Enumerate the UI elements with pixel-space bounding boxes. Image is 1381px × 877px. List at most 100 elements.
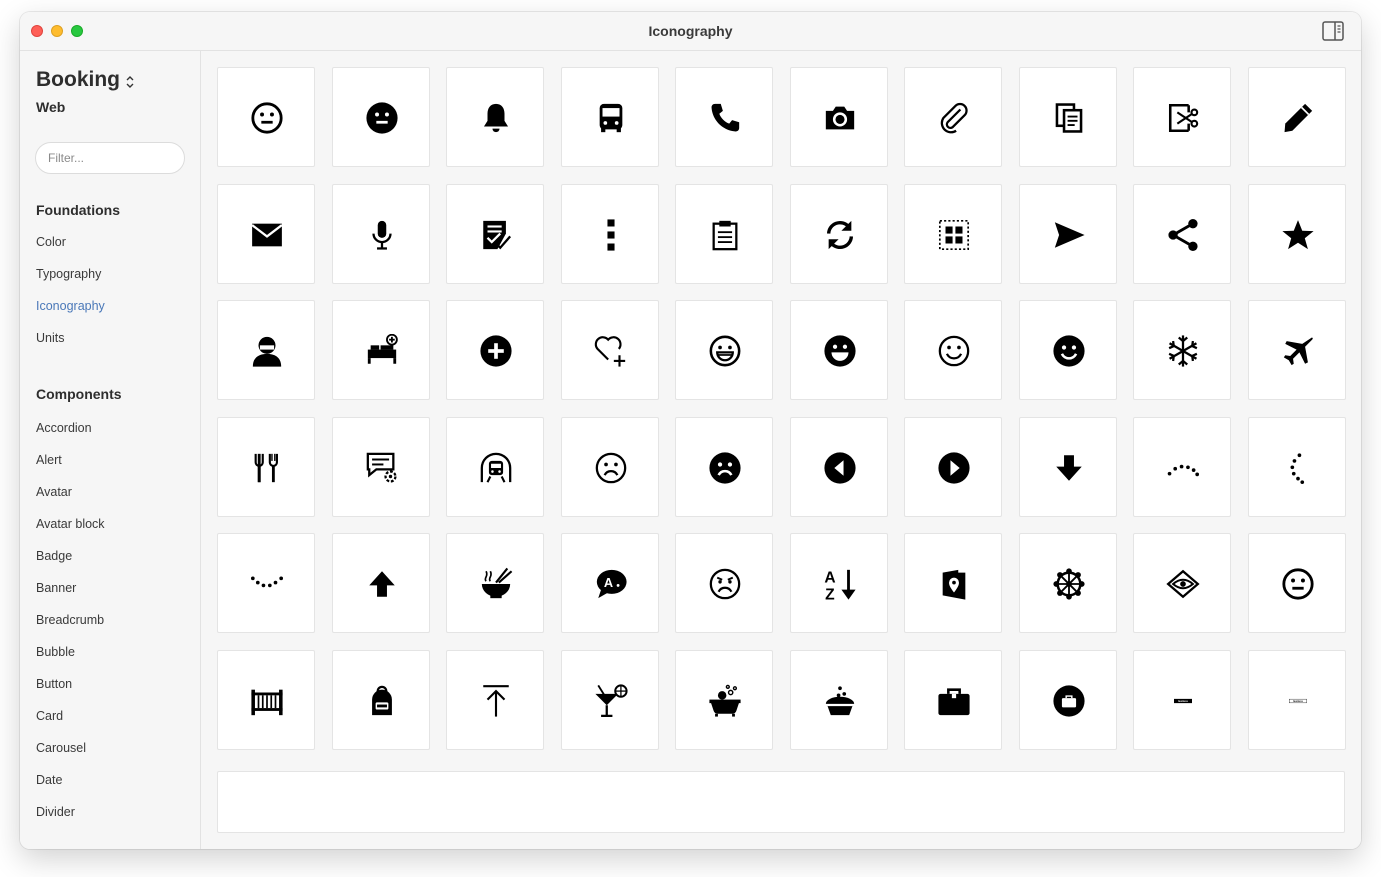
icon-tile[interactable] <box>1248 417 1346 517</box>
bus-icon <box>599 103 623 133</box>
brand-title[interactable]: Booking <box>36 68 120 92</box>
icon-tile[interactable] <box>332 67 430 167</box>
icon-tile[interactable] <box>1019 417 1117 517</box>
sidebar-item-badge[interactable]: Badge <box>36 549 72 563</box>
icon-tile[interactable] <box>217 67 315 167</box>
section-foundations: Foundations <box>36 202 120 218</box>
icon-tile[interactable] <box>790 67 888 167</box>
icon-tile[interactable] <box>217 184 315 284</box>
icon-tile[interactable] <box>446 650 544 750</box>
icon-tile[interactable] <box>1019 184 1117 284</box>
icon-tile[interactable] <box>1133 67 1231 167</box>
icon-tile[interactable]: AZ <box>790 533 888 633</box>
icon-tile[interactable] <box>217 417 315 517</box>
chevron-up-down-icon[interactable] <box>125 75 135 89</box>
sidebar-item-avatar-block[interactable]: Avatar block <box>36 517 105 531</box>
icon-tile[interactable] <box>561 650 659 750</box>
icon-tile[interactable] <box>1133 417 1231 517</box>
icon-tile[interactable] <box>675 300 773 400</box>
sidebar-item-banner[interactable]: Banner <box>36 581 76 595</box>
sidebar-item-avatar[interactable]: Avatar <box>36 485 72 499</box>
sidebar-item-date[interactable]: Date <box>36 773 62 787</box>
icon-tile[interactable] <box>332 417 430 517</box>
sidebar-item-bubble[interactable]: Bubble <box>36 645 75 659</box>
cocktail-icon <box>595 684 628 718</box>
icon-tile[interactable] <box>675 184 773 284</box>
icon-tile[interactable] <box>790 650 888 750</box>
icon-tile[interactable] <box>790 184 888 284</box>
sidebar-item-accordion[interactable]: Accordion <box>36 421 92 435</box>
icon-tile[interactable] <box>446 300 544 400</box>
icon-tile[interactable] <box>1248 533 1346 633</box>
icon-tile[interactable] <box>904 300 1002 400</box>
icon-tile[interactable] <box>675 67 773 167</box>
face-angry-icon <box>709 568 741 600</box>
loading-dots-arc-icon <box>1167 464 1200 477</box>
icon-tile[interactable] <box>446 67 544 167</box>
sidebar-item-card[interactable]: Card <box>36 709 63 723</box>
icon-tile[interactable] <box>332 533 430 633</box>
sidebar-item-color[interactable]: Color <box>36 235 66 249</box>
icon-tile[interactable] <box>904 67 1002 167</box>
icon-tile[interactable] <box>561 67 659 167</box>
icon-tile[interactable] <box>332 184 430 284</box>
icon-tile[interactable]: business <box>1248 650 1346 750</box>
icon-tile[interactable] <box>1248 184 1346 284</box>
icon-tile[interactable] <box>446 417 544 517</box>
sidebar-item-iconography[interactable]: Iconography <box>36 299 105 313</box>
sidebar-toggle-icon[interactable] <box>1322 21 1344 41</box>
dessert-icon <box>825 686 855 716</box>
icon-tile[interactable] <box>1133 533 1231 633</box>
icon-tile[interactable] <box>446 533 544 633</box>
svg-text:Z: Z <box>825 587 835 601</box>
icon-tile[interactable] <box>1019 67 1117 167</box>
icon-tile[interactable] <box>446 184 544 284</box>
chat-settings-icon <box>366 452 397 483</box>
icon-tile[interactable] <box>1019 300 1117 400</box>
pencil-icon <box>1284 103 1313 133</box>
filter-input[interactable] <box>35 142 185 174</box>
sidebar-item-units[interactable]: Units <box>36 331 64 345</box>
sidebar-item-alert[interactable]: Alert <box>36 453 62 467</box>
icon-tile[interactable] <box>904 184 1002 284</box>
icon-tile[interactable] <box>904 650 1002 750</box>
envelope-icon <box>251 223 283 247</box>
icon-tile[interactable] <box>675 650 773 750</box>
sidebar-item-divider[interactable]: Divider <box>36 805 75 819</box>
icon-tile[interactable] <box>217 533 315 633</box>
icon-tile[interactable] <box>675 533 773 633</box>
business-badge-filled-text: business <box>1178 701 1188 703</box>
icon-tile[interactable] <box>790 417 888 517</box>
icon-tile[interactable] <box>332 650 430 750</box>
icon-tile[interactable] <box>561 184 659 284</box>
snowflake-icon <box>1168 335 1198 367</box>
sidebar-item-carousel[interactable]: Carousel <box>36 741 86 755</box>
clipboard-icon <box>712 220 738 251</box>
cut-icon <box>1168 103 1199 133</box>
icon-tile[interactable] <box>217 650 315 750</box>
face-neutral-filled-icon <box>366 102 398 134</box>
bell-icon <box>483 103 509 133</box>
briefcase-icon <box>938 688 970 716</box>
bathtub-icon <box>709 684 741 717</box>
icon-tile[interactable] <box>1248 67 1346 167</box>
sidebar-item-breadcrumb[interactable]: Breadcrumb <box>36 613 104 627</box>
icon-tile[interactable] <box>1019 533 1117 633</box>
icon-tile[interactable] <box>217 300 315 400</box>
icon-tile[interactable] <box>1248 300 1346 400</box>
icon-tile[interactable] <box>904 533 1002 633</box>
icon-tile[interactable] <box>675 417 773 517</box>
sidebar-item-typography[interactable]: Typography <box>36 267 101 281</box>
icon-tile[interactable]: business <box>1133 650 1231 750</box>
icon-tile[interactable] <box>561 417 659 517</box>
icon-tile[interactable] <box>1019 650 1117 750</box>
sidebar-item-button[interactable]: Button <box>36 677 72 691</box>
icon-tile[interactable] <box>332 300 430 400</box>
icon-tile[interactable]: A <box>561 533 659 633</box>
icon-tile[interactable] <box>1133 184 1231 284</box>
icon-tile[interactable] <box>904 417 1002 517</box>
icon-tile[interactable] <box>790 300 888 400</box>
icon-tile[interactable] <box>1133 300 1231 400</box>
airplane-icon <box>1283 337 1313 366</box>
icon-tile[interactable] <box>561 300 659 400</box>
